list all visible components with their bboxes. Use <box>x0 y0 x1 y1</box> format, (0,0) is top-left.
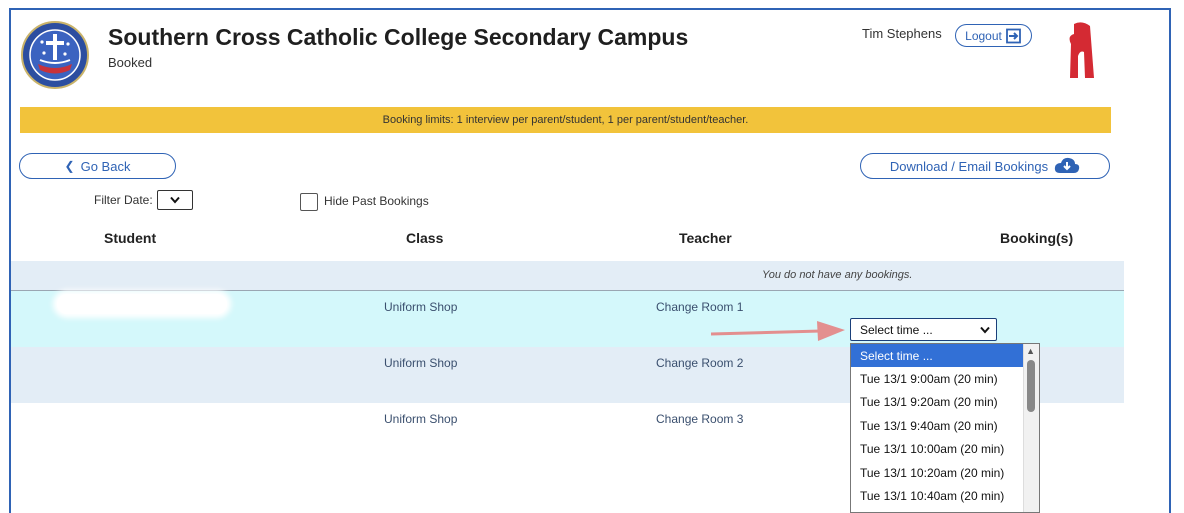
time-option[interactable]: Tue 13/1 9:00am (20 min) <box>851 367 1023 390</box>
time-option[interactable]: Tue 13/1 10:00am (20 min) <box>851 438 1023 461</box>
empty-bookings-message: You do not have any bookings. <box>762 269 913 281</box>
column-header-class: Class <box>406 230 444 246</box>
annotation-arrow-icon <box>711 321 845 341</box>
logout-label: Logout <box>965 28 1002 43</box>
chevron-left-icon: ❮ <box>64 159 75 173</box>
time-option[interactable]: Tue 13/1 9:40am (20 min) <box>851 414 1023 437</box>
dropdown-scrollbar[interactable]: ▲ <box>1023 344 1039 512</box>
college-crest-logo <box>21 21 89 89</box>
teacher-cell: Change Room 1 <box>656 300 744 314</box>
time-select-dropdown: Select time ... Tue 13/1 9:00am (20 min)… <box>850 343 1040 513</box>
user-name: Tim Stephens <box>862 26 942 41</box>
redacted-student-name <box>57 294 227 314</box>
teacher-cell: Change Room 2 <box>656 356 744 370</box>
hide-past-bookings-label: Hide Past Bookings <box>324 194 429 208</box>
scroll-up-icon[interactable]: ▲ <box>1026 346 1035 356</box>
time-select-value: Select time ... <box>860 322 933 337</box>
filter-date-select[interactable] <box>157 190 193 210</box>
page-subtitle: Booked <box>108 55 153 70</box>
go-back-button[interactable]: ❮ Go Back <box>19 153 176 179</box>
time-option[interactable]: Tue 13/1 9:20am (20 min) <box>851 391 1023 414</box>
time-option[interactable]: Select time ... <box>851 344 1023 368</box>
logout-icon <box>1005 28 1021 43</box>
column-header-bookings: Booking(s) <box>1000 230 1074 246</box>
chevron-down-icon <box>980 326 990 334</box>
teacher-cell: Change Room 3 <box>656 412 744 426</box>
booking-time-select[interactable]: Select time ... <box>850 318 997 341</box>
download-label: Download / Email Bookings <box>889 158 1049 174</box>
empty-bookings-row <box>11 261 1124 291</box>
go-back-label: Go Back <box>80 158 131 174</box>
page-title: Southern Cross Catholic College Secondar… <box>108 24 689 50</box>
banner-text: Booking limits: 1 interview per parent/s… <box>382 114 749 126</box>
download-email-bookings-button[interactable]: Download / Email Bookings <box>860 153 1110 179</box>
scrollbar-thumb[interactable] <box>1027 360 1035 412</box>
hide-past-bookings-checkbox[interactable] <box>300 193 318 211</box>
class-cell: Uniform Shop <box>384 300 458 314</box>
column-header-student: Student <box>104 230 157 246</box>
cloud-download-icon <box>1054 157 1080 173</box>
column-header-teacher: Teacher <box>679 230 732 246</box>
chevron-down-icon <box>170 196 180 204</box>
class-cell: Uniform Shop <box>384 412 458 426</box>
brand-mark-icon <box>1069 22 1094 78</box>
logout-button[interactable]: Logout <box>955 24 1032 47</box>
filter-date-label: Filter Date: <box>94 193 153 207</box>
class-cell: Uniform Shop <box>384 356 458 370</box>
booking-limits-banner: Booking limits: 1 interview per parent/s… <box>20 107 1111 133</box>
time-option[interactable]: Tue 13/1 10:40am (20 min) <box>851 484 1023 507</box>
time-option[interactable]: Tue 13/1 10:20am (20 min) <box>851 461 1023 484</box>
